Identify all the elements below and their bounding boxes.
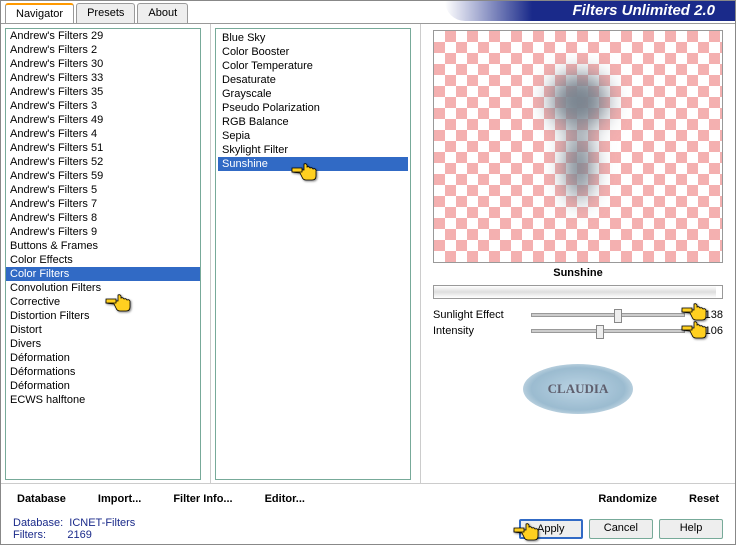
category-item[interactable]: Andrew's Filters 59: [6, 169, 200, 183]
help-button[interactable]: Help: [659, 519, 723, 539]
category-item[interactable]: Corrective: [6, 295, 200, 309]
filter-item[interactable]: RGB Balance: [218, 115, 408, 129]
database-button[interactable]: Database: [11, 491, 72, 507]
category-item[interactable]: Andrew's Filters 9: [6, 225, 200, 239]
category-item[interactable]: Andrew's Filters 3: [6, 99, 200, 113]
category-item[interactable]: Divers: [6, 337, 200, 351]
category-item[interactable]: Andrew's Filters 30: [6, 57, 200, 71]
slider-label: Intensity: [433, 325, 523, 337]
tab-presets[interactable]: Presets: [76, 3, 135, 23]
cancel-button[interactable]: Cancel: [589, 519, 653, 539]
category-item[interactable]: Andrew's Filters 7: [6, 197, 200, 211]
category-item[interactable]: Andrew's Filters 33: [6, 71, 200, 85]
import-button[interactable]: Import...: [92, 491, 147, 507]
slider-label: Sunlight Effect: [433, 309, 523, 321]
preview-image: [544, 71, 614, 211]
category-item[interactable]: Distort: [6, 323, 200, 337]
watermark: CLAUDIA: [523, 364, 633, 414]
filter-item[interactable]: Pseudo Polarization: [218, 101, 408, 115]
preview-label: Sunshine: [427, 263, 729, 283]
reset-button[interactable]: Reset: [683, 491, 725, 507]
slider-track[interactable]: [531, 313, 685, 317]
category-item[interactable]: Andrew's Filters 4: [6, 127, 200, 141]
filter-item[interactable]: Desaturate: [218, 73, 408, 87]
progress-bar: [433, 285, 723, 299]
category-item[interactable]: Déformation: [6, 379, 200, 393]
category-item[interactable]: Andrew's Filters 2: [6, 43, 200, 57]
slider-value: 138: [693, 309, 723, 321]
category-list[interactable]: Andrew's Filters 29Andrew's Filters 2And…: [5, 28, 201, 480]
category-item[interactable]: Andrew's Filters 51: [6, 141, 200, 155]
tab-bar: NavigatorPresetsAbout: [5, 3, 190, 23]
category-item[interactable]: Color Filters: [6, 267, 200, 281]
filter-item[interactable]: Sunshine: [218, 157, 408, 171]
slider-thumb[interactable]: [596, 325, 604, 339]
category-item[interactable]: Andrew's Filters 5: [6, 183, 200, 197]
category-item[interactable]: Distortion Filters: [6, 309, 200, 323]
filter-item[interactable]: Color Temperature: [218, 59, 408, 73]
category-item[interactable]: Déformations: [6, 365, 200, 379]
tab-about[interactable]: About: [137, 3, 188, 23]
category-item[interactable]: ECWS halftone: [6, 393, 200, 407]
category-item[interactable]: Andrew's Filters 49: [6, 113, 200, 127]
slider-value: 106: [693, 325, 723, 337]
footer-info: Database: ICNET-Filters Filters: 2169: [13, 517, 135, 541]
category-item[interactable]: Andrew's Filters 29: [6, 29, 200, 43]
filter-list[interactable]: Blue SkyColor BoosterColor TemperatureDe…: [215, 28, 411, 480]
slider-thumb[interactable]: [614, 309, 622, 323]
apply-button[interactable]: Apply: [519, 519, 583, 539]
category-item[interactable]: Andrew's Filters 35: [6, 85, 200, 99]
slider-sunlight-effect[interactable]: Sunlight Effect 138: [433, 309, 723, 321]
category-item[interactable]: Buttons & Frames: [6, 239, 200, 253]
category-item[interactable]: Andrew's Filters 52: [6, 155, 200, 169]
filter-item[interactable]: Sepia: [218, 129, 408, 143]
filter-item[interactable]: Grayscale: [218, 87, 408, 101]
category-item[interactable]: Color Effects: [6, 253, 200, 267]
randomize-button[interactable]: Randomize: [592, 491, 663, 507]
preview-area: [433, 30, 723, 263]
app-title: Filters Unlimited 2.0: [445, 1, 735, 21]
filter-item[interactable]: Blue Sky: [218, 31, 408, 45]
category-item[interactable]: Déformation: [6, 351, 200, 365]
category-item[interactable]: Andrew's Filters 8: [6, 211, 200, 225]
slider-track[interactable]: [531, 329, 685, 333]
filter-item[interactable]: Skylight Filter: [218, 143, 408, 157]
tab-navigator[interactable]: Navigator: [5, 3, 74, 23]
category-item[interactable]: Convolution Filters: [6, 281, 200, 295]
filterinfo-button[interactable]: Filter Info...: [167, 491, 238, 507]
slider-intensity[interactable]: Intensity 106: [433, 325, 723, 337]
editor-button[interactable]: Editor...: [259, 491, 311, 507]
filter-item[interactable]: Color Booster: [218, 45, 408, 59]
